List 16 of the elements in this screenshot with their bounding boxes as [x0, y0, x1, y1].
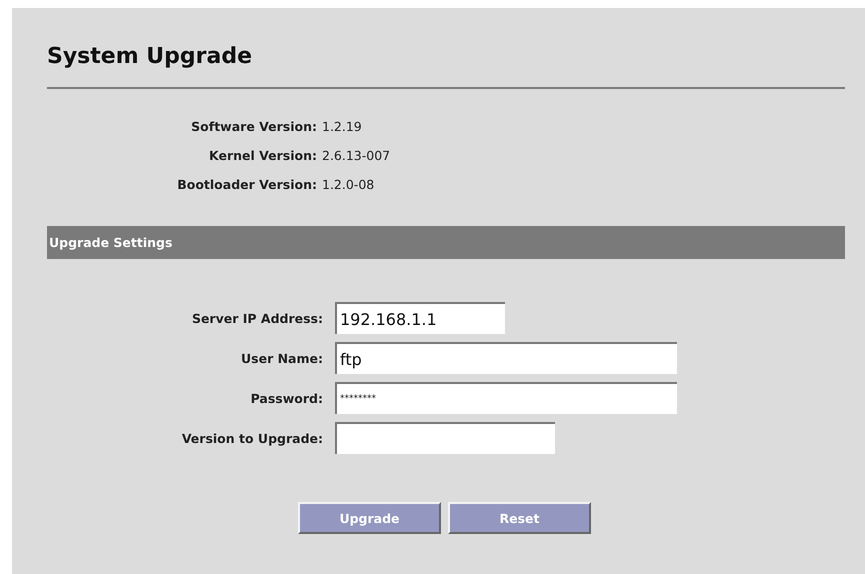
field-label: Server IP Address:	[190, 310, 323, 326]
version-value: 1.2.19	[322, 119, 363, 134]
version-value: 1.2.0-08	[322, 177, 376, 192]
version-label: Software Version:	[190, 119, 318, 134]
input-field[interactable]: ftp	[335, 342, 677, 374]
field-label: Password:	[250, 390, 323, 406]
field-label: Version to Upgrade:	[180, 430, 323, 446]
field-label: User Name:	[240, 350, 323, 366]
section-header: Upgrade Settings	[47, 226, 845, 259]
password-field[interactable]: ********	[335, 382, 677, 414]
version-label: Bootloader Version:	[176, 177, 318, 192]
version-label: Kernel Version:	[208, 148, 318, 163]
input-field[interactable]: 192.168.1.1	[335, 302, 505, 334]
page-title: System Upgrade	[47, 43, 254, 70]
version-value: 2.6.13-007	[322, 148, 390, 163]
input-field[interactable]	[335, 422, 555, 454]
